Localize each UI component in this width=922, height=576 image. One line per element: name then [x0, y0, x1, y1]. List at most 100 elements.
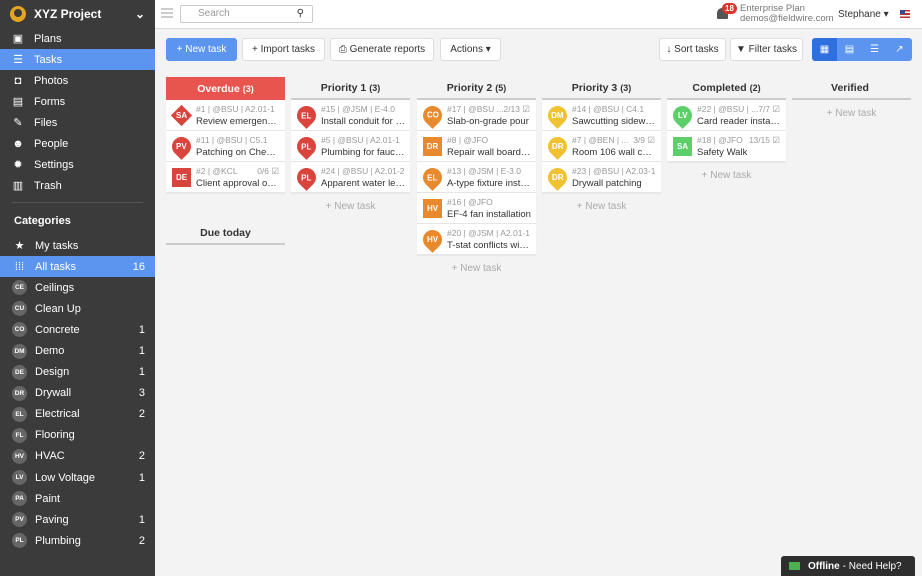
category-count: 3	[138, 387, 145, 400]
task-card[interactable]: PL #24 | @BSU | A2.01-2 Apparent water l…	[291, 162, 410, 193]
sidebar-category-flooring[interactable]: FL Flooring	[0, 425, 155, 446]
sidebar-category-hvac[interactable]: HV HVAC 2	[0, 446, 155, 467]
sidebar-item-all-tasks[interactable]: ⁞⁞⁞ All tasks 16	[0, 256, 155, 278]
new-task-link[interactable]: + New task	[417, 255, 536, 282]
task-title: A-type fixture instal...	[447, 178, 531, 189]
checklist-progress: 3/9 ☑	[633, 135, 655, 145]
sidebar-category-electrical[interactable]: EL Electrical 2	[0, 404, 155, 425]
column-title: Priority 1	[320, 81, 367, 94]
task-card[interactable]: EL #13 | @JSM | E-3.0 A-type fixture ins…	[417, 162, 536, 193]
new-task-link[interactable]: + New task	[792, 100, 911, 127]
sidebar-item-my-tasks[interactable]: ★ My tasks	[0, 235, 155, 256]
sidebar-category-drywall[interactable]: DR Drywall 3	[0, 383, 155, 404]
sidebar-item-forms[interactable]: ▤ Forms	[0, 91, 155, 112]
category-marker-icon: PL	[293, 164, 320, 191]
task-title: Plumbing for faucet ...	[321, 147, 405, 158]
notification-count[interactable]: 18	[722, 3, 737, 14]
task-title: Client approval on c...	[196, 178, 280, 189]
people-icon: ☻	[12, 137, 24, 150]
column-count: (3)	[242, 83, 254, 94]
task-card[interactable]: DR #23 | @BSU | A2.03-1 Drywall patching	[542, 162, 661, 193]
sidebar-item-files[interactable]: ✎ Files	[0, 112, 155, 133]
project-switcher[interactable]: XYZ Project ⌄	[0, 0, 155, 28]
category-badge: PA	[12, 491, 27, 507]
view-switcher: ▦ ▤ ☰ ↗	[812, 38, 912, 61]
task-card[interactable]: DE #2 | @KCL 0/6 ☑ Client approval on c.…	[166, 162, 285, 193]
sidebar-item-people[interactable]: ☻ People	[0, 133, 155, 154]
sidebar-category-ceilings[interactable]: CE Ceilings	[0, 277, 155, 298]
sidebar-category-concrete[interactable]: CO Concrete 1	[0, 319, 155, 340]
sidebar-category-demo[interactable]: DM Demo 1	[0, 340, 155, 361]
task-card[interactable]: HV #20 | @JSM | A2.01-1 T-stat conflicts…	[417, 224, 536, 255]
sidebar-item-label: Trash	[34, 179, 62, 192]
category-label: Ceilings	[35, 281, 75, 294]
sidebar-category-low-voltage[interactable]: LV Low Voltage 1	[0, 467, 155, 488]
import-tasks-button[interactable]: + Import tasks	[242, 38, 325, 61]
project-logo-icon	[10, 6, 26, 22]
sidebar: XYZ Project ⌄ ▣ Plans ☰ Tasks ◘ Photos ▤ Forms ✎…	[0, 0, 155, 576]
user-menu[interactable]: Stephane ▾	[838, 9, 889, 20]
help-chat-button[interactable]: Offline - Need Help?	[781, 556, 915, 576]
task-card[interactable]: PL #5 | @BSU | A2.01-1 Plumbing for fauc…	[291, 131, 410, 162]
category-marker-icon: DM	[544, 102, 571, 129]
actions-dropdown[interactable]: Actions ▾	[440, 38, 501, 61]
sidebar-item-photos[interactable]: ◘ Photos	[0, 70, 155, 91]
sidebar-item-tasks[interactable]: ☰ Tasks	[0, 49, 155, 70]
hamburger-menu-icon[interactable]	[161, 8, 173, 18]
column-verified: Verified + New task	[792, 77, 911, 127]
task-card[interactable]: DR #8 | @JFO Repair wall board o...	[417, 131, 536, 162]
sidebar-item-plans[interactable]: ▣ Plans	[0, 28, 155, 49]
sidebar-item-trash[interactable]: ▥ Trash	[0, 175, 155, 196]
sidebar-category-clean-up[interactable]: CU Clean Up	[0, 298, 155, 319]
category-count: 2	[138, 534, 145, 547]
flag-us-icon[interactable]	[900, 10, 910, 18]
sidebar-category-plumbing[interactable]: PL Plumbing 2	[0, 530, 155, 551]
sidebar-item-label: All tasks	[35, 260, 76, 273]
star-icon: ★	[14, 240, 25, 253]
sidebar-item-label: My tasks	[35, 239, 79, 252]
new-task-link[interactable]: + New task	[667, 162, 786, 189]
category-count: 1	[138, 345, 145, 358]
category-count: 2	[138, 450, 145, 463]
task-card[interactable]: DM #14 | @BSU | C4.1 Sawcutting sidewalk…	[542, 100, 661, 131]
task-card[interactable]: DR #7 | @BEN | ... 3/9 ☑ Room 106 wall c…	[542, 131, 661, 162]
sidebar-category-design[interactable]: DE Design 1	[0, 362, 155, 383]
task-card[interactable]: HV #16 | @JFO EF-4 fan installation	[417, 193, 536, 224]
category-code: LV	[677, 111, 688, 121]
column-count: (3)	[620, 82, 632, 93]
category-code: DR	[551, 142, 564, 151]
task-card[interactable]: PV #11 | @BSU | C5.1 Patching on Chestn.…	[166, 131, 285, 162]
category-label: Low Voltage	[35, 471, 95, 484]
categories-heading: Categories	[14, 215, 71, 227]
search-icon[interactable]: ⚲	[297, 8, 304, 19]
chart-view-icon[interactable]: ↗	[887, 38, 912, 61]
category-code: HV	[426, 235, 439, 244]
category-code: DR	[426, 142, 439, 151]
chevron-down-icon[interactable]: ⌄	[135, 7, 145, 21]
sidebar-item-settings[interactable]: ✹ Settings	[0, 154, 155, 175]
new-task-button[interactable]: + New task	[166, 38, 237, 61]
board-view-icon[interactable]: ▦	[812, 38, 837, 61]
list-icon: ☰	[13, 54, 23, 66]
task-meta: #8 | @JFO	[447, 135, 489, 145]
new-task-link[interactable]: + New task	[542, 193, 661, 220]
filter-tasks-button[interactable]: ▼ Filter tasks	[730, 38, 803, 61]
new-task-link[interactable]: + New task	[291, 193, 410, 220]
task-card[interactable]: EL #15 | @JSM | E-4.0 Install conduit fo…	[291, 100, 410, 131]
category-badge: CE	[12, 280, 27, 296]
task-card[interactable]: SA #18 | @JFO 13/15 ☑ Safety Walk	[667, 131, 786, 162]
generate-reports-button[interactable]: ⎙ Generate reports	[330, 38, 434, 61]
gantt-view-icon[interactable]: ☰	[862, 38, 887, 61]
task-card[interactable]: SA #1 | @BSU | A2.01-1 Review emergency …	[166, 100, 285, 131]
task-card[interactable]: CO #17 | @BSU ... 2/13 ☑ Slab-on-grade p…	[417, 100, 536, 131]
task-meta: #11 | @BSU | C5.1	[196, 135, 268, 145]
task-card[interactable]: LV #22 | @BSU | ... 7/7 ☑ Card reader in…	[667, 100, 786, 131]
search-input[interactable]: Search ⚲	[180, 5, 313, 23]
sidebar-category-paint[interactable]: PA Paint	[0, 488, 155, 509]
column-header: Priority 1 (3)	[291, 77, 410, 100]
sort-tasks-button[interactable]: ↓ Sort tasks	[659, 38, 726, 61]
category-marker-icon: LV	[669, 102, 696, 129]
task-meta: #24 | @BSU | A2.01-2	[321, 166, 405, 176]
calendar-view-icon[interactable]: ▤	[837, 38, 862, 61]
sidebar-category-paving[interactable]: PV Paving 1	[0, 509, 155, 530]
